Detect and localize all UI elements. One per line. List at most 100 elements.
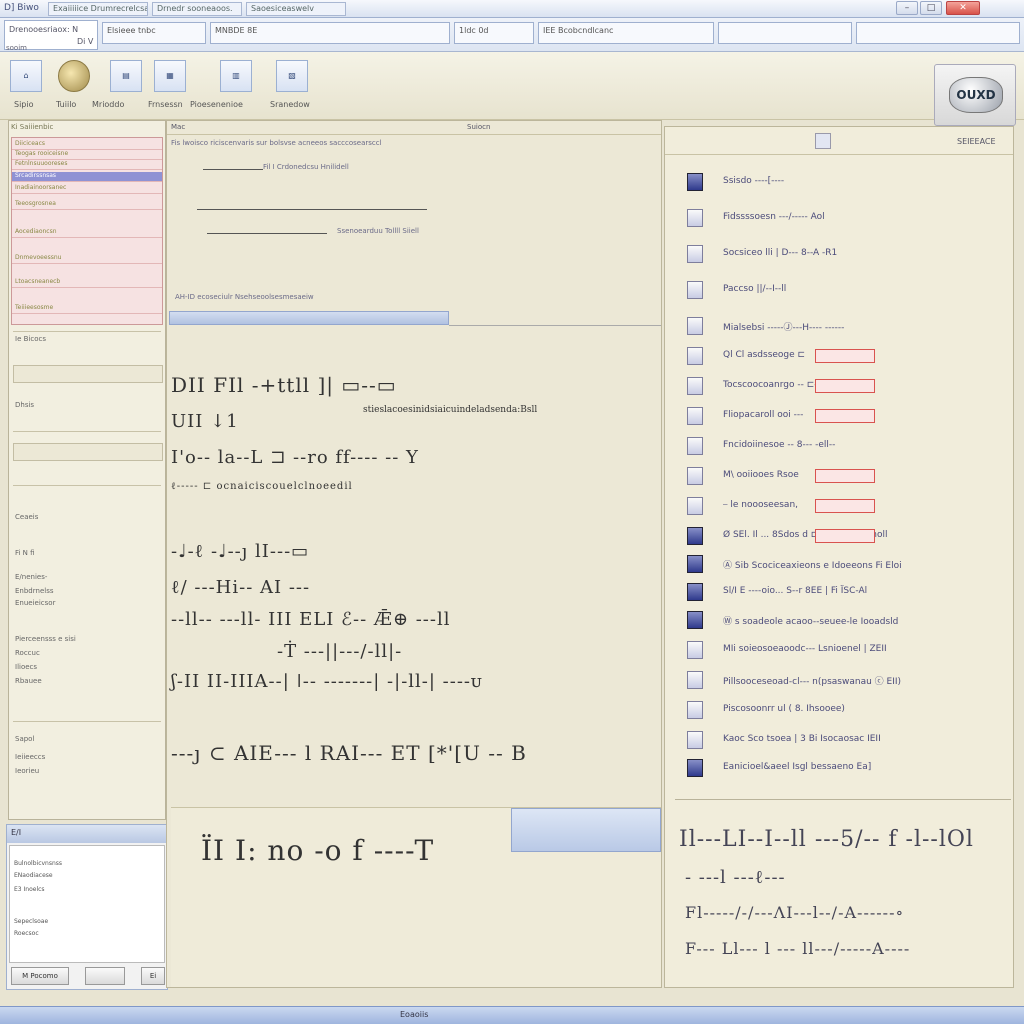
document-icon[interactable]: ▤ xyxy=(110,60,142,92)
property-item[interactable]: Fliopacaroll ooi --- xyxy=(665,405,1013,429)
list-item[interactable]: Pierceensss e sisi xyxy=(15,635,76,643)
table-row[interactable]: Ltoacsneanecb xyxy=(12,278,162,288)
document-icon xyxy=(687,583,703,601)
handwritten-line: ℓ/ ---Hi-- AI --- xyxy=(171,577,311,598)
table-row[interactable]: Dnmevoeessnu xyxy=(12,254,162,264)
dialog-end-button[interactable]: Ei xyxy=(141,967,165,985)
horizontal-scrollbar[interactable] xyxy=(169,311,449,325)
list-item[interactable]: Rbauee xyxy=(15,677,42,685)
property-item[interactable]: Pillsooceseoad-cl--- n(psaswanau ⓒ EII) xyxy=(665,669,1013,693)
dialog-blank-button[interactable] xyxy=(85,967,125,985)
home-icon[interactable]: ⌂ xyxy=(10,60,42,92)
divider xyxy=(13,721,161,722)
list-item[interactable]: Ilioecs xyxy=(15,663,37,671)
grid-icon[interactable]: ▦ xyxy=(154,60,186,92)
search-field[interactable] xyxy=(856,22,1020,44)
property-item[interactable]: Tocscoocoanrgo -- ⊏----- xyxy=(665,375,1013,399)
table-row[interactable]: Teiiieesosme xyxy=(12,304,162,314)
table-row[interactable]: Diiciceacs xyxy=(12,140,162,150)
list-item[interactable]: Ieorieu xyxy=(15,767,39,775)
left-navigation-panel: Ki Saiiienbic Diiciceacs Teogas rooiceis… xyxy=(8,120,166,820)
table-row[interactable]: Aocediaoncsn xyxy=(12,228,162,238)
property-item[interactable]: Ssisdo ----[---- xyxy=(665,171,1013,195)
property-item[interactable]: Piscosoonrr ul ( 8. Ihsooee) xyxy=(665,699,1013,723)
table-row[interactable]: Fetnlnsuuooreses xyxy=(12,160,162,170)
list-item[interactable]: Enueieicsor xyxy=(15,599,55,607)
property-item[interactable]: Ⓦ s soadeole acaoo--seuee-le Iooadsld xyxy=(665,609,1013,633)
dialog-line: ENaodiacese xyxy=(14,872,53,879)
dialog-line: Sepeclsoae xyxy=(14,918,49,925)
property-item[interactable]: Ql Cl asdsseoge ⊏ xyxy=(665,345,1013,369)
status-text: Eoaoiis xyxy=(400,1010,429,1019)
property-item[interactable]: Kaoc Sco tsoea | 3 Bi Isocaosac IEII xyxy=(665,729,1013,753)
handwritten-line: I'o-- la--L ⊐ --ro ff---- -- Y xyxy=(171,447,419,468)
document-icon xyxy=(687,731,703,749)
coin-icon[interactable] xyxy=(58,60,90,92)
stroke xyxy=(207,233,327,234)
divider xyxy=(13,331,161,332)
list-item[interactable]: Fi N fi xyxy=(15,549,35,557)
property-item[interactable]: Sl/I E ----oio... S--r 8EE | Fi ÏSC-Al xyxy=(665,581,1013,605)
handwritten-line: -Ṫ ---||---/-ll|- xyxy=(277,641,403,662)
table-row[interactable]: Inadiainoorsanec xyxy=(12,184,162,194)
handwritten-line: -♩-ℓ -♩--ȷ lI---▭ xyxy=(171,541,310,562)
filter-field[interactable] xyxy=(13,365,163,383)
table-row-selected[interactable]: Srcadirssnsas xyxy=(12,172,162,182)
property-item[interactable]: MIi soieosoeaoodc--- Lsnioenel | ZEII xyxy=(665,639,1013,663)
property-item[interactable]: Paccso ||/--I--ll xyxy=(665,279,1013,303)
property-item[interactable]: M\ ooiiooes Rsoe xyxy=(665,465,1013,489)
list-item[interactable]: Ceaeis xyxy=(15,513,38,521)
panel-icon[interactable] xyxy=(815,133,831,149)
logo-mark: OUXD xyxy=(949,77,1003,113)
property-label: Eanicioel&aeel Isgl bessaeno Ea] xyxy=(723,762,872,772)
detail-dialog: E/I Bulnolbicvnsnss ENaodiacese E3 Inoel… xyxy=(6,824,168,990)
property-item[interactable]: Mialsebsi -----Ⓙ---H---- ------ xyxy=(665,315,1013,339)
address-sub-label: sooim xyxy=(6,44,27,52)
address-field-4[interactable]: IEE Bcobcndlcanc xyxy=(538,22,714,44)
property-item[interactable]: Ⓐ Sib Scociceaxieons e Idoeeons Fi Eloi xyxy=(665,553,1013,577)
address-field-3[interactable]: 1ldc 0d xyxy=(454,22,534,44)
divider xyxy=(449,325,661,326)
dialog-ok-button[interactable]: M Pocomo xyxy=(11,967,69,985)
address-field-2[interactable]: MNBDE 8E xyxy=(210,22,450,44)
property-label: Paccso ||/--I--ll xyxy=(723,284,787,294)
property-item[interactable]: Ø SEl. Il ... 8Sdos d ⊏-------I-8n ‖ Ino… xyxy=(665,525,1013,549)
menu-tab-1[interactable]: Exaiiiiice Drumrecrelcsa xyxy=(48,2,148,16)
property-item[interactable]: ⎯ le noooseesan, xyxy=(665,495,1013,519)
dialog-title: E/I xyxy=(7,825,167,843)
chart-icon[interactable]: ▧ xyxy=(276,60,308,92)
property-item[interactable]: Socsiceo lli | D--- 8--A -R1 xyxy=(665,243,1013,267)
document-icon xyxy=(687,407,703,425)
table-icon[interactable]: ▥ xyxy=(220,60,252,92)
property-item[interactable]: Fncidoiinesoe -- 8--- -ell-- xyxy=(665,435,1013,459)
list-item[interactable]: Enbdrnelss xyxy=(15,587,53,595)
menu-tab-3[interactable]: Saoesiceaswelv xyxy=(246,2,346,16)
menu-tab-2[interactable]: Drnedr sooneaoos. xyxy=(152,2,242,16)
list-item[interactable]: Dhsis xyxy=(15,401,34,409)
document-icon xyxy=(687,347,703,365)
value-field[interactable] xyxy=(13,443,163,461)
table-row[interactable]: Teeosgrosnea xyxy=(12,200,162,210)
property-item[interactable]: Fidssssoesn ---/----- Aol xyxy=(665,207,1013,231)
document-icon xyxy=(687,641,703,659)
ribbon-label-3: Mrioddo xyxy=(92,100,125,109)
address-field-5[interactable] xyxy=(718,22,852,44)
list-item[interactable]: Roccuc xyxy=(15,649,40,657)
divider xyxy=(13,431,161,432)
maximize-button[interactable]: □ xyxy=(920,1,942,15)
property-item[interactable]: Eanicioel&aeel Isgl bessaeno Ea] xyxy=(665,757,1013,781)
footer-toolbar[interactable] xyxy=(511,808,661,852)
property-label: Piscosoonrr ul ( 8. Ihsooee) xyxy=(723,704,845,714)
list-item[interactable]: Ieiieeccs xyxy=(15,753,45,761)
properties-header: SEIEEACE xyxy=(665,127,1013,155)
list-item[interactable]: Sapol xyxy=(15,735,34,743)
ribbon-toolbar: sooim ⌂ Sipio Tuiilo ▤ Mrioddo ▦ Frnsess… xyxy=(0,44,1024,126)
close-button[interactable]: ✕ xyxy=(946,1,980,15)
document-icon xyxy=(687,317,703,335)
table-row[interactable]: Teogas rooiceisne xyxy=(12,150,162,160)
address-field-1[interactable]: Elsieee tnbc xyxy=(102,22,206,44)
minimize-button[interactable]: – xyxy=(896,1,918,15)
list-item[interactable]: Ie Bicocs xyxy=(15,335,46,343)
list-item[interactable]: E/nenies- xyxy=(15,573,47,581)
ribbon-label-4: Frnsessn xyxy=(148,100,183,109)
